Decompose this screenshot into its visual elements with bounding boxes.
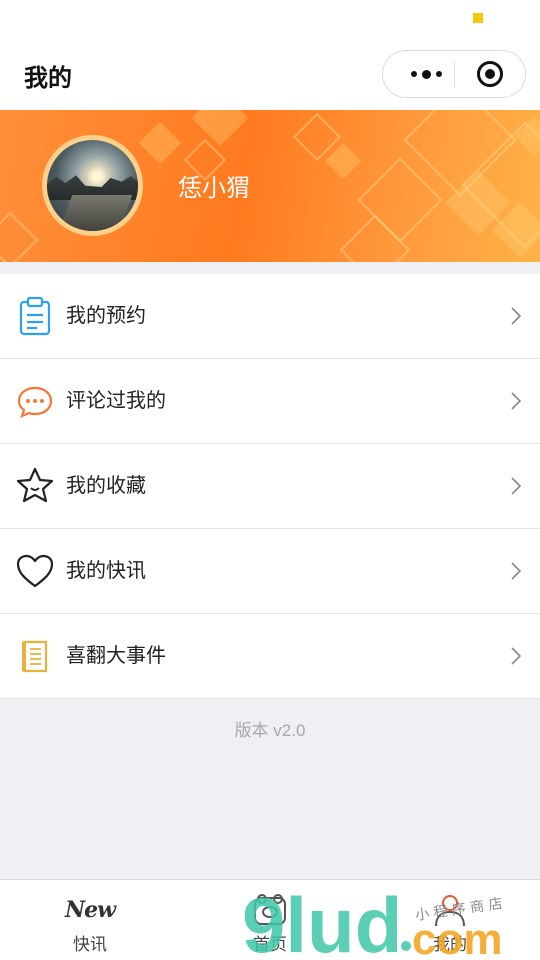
navigation-bar: 我的 (0, 38, 540, 110)
chevron-right-icon (511, 392, 522, 410)
status-bar (0, 0, 540, 38)
dot-icon (421, 69, 431, 79)
status-indicator (473, 13, 483, 23)
more-options-button[interactable] (401, 51, 451, 97)
dot-icon (435, 71, 442, 77)
capsule-divider (454, 61, 455, 87)
menu-item-comments[interactable]: 评论过我的 (0, 359, 540, 444)
menu-item-label: 我的快讯 (66, 560, 146, 582)
tab-label: 快讯 (73, 935, 107, 954)
menu-list: 我的预约 评论过我的 我的收藏 我的快讯 喜翻大事件 (0, 274, 540, 699)
comment-icon (17, 386, 53, 418)
close-mini-program-button[interactable] (477, 61, 503, 87)
star-icon (16, 467, 54, 503)
version-text: 版本 v2.0 (234, 721, 306, 740)
profile-icon (435, 895, 465, 927)
menu-item-big-events[interactable]: 喜翻大事件 (0, 614, 540, 699)
dot-icon (410, 71, 417, 77)
menu-item-label: 我的收藏 (66, 475, 146, 497)
menu-item-label: 我的预约 (66, 305, 146, 327)
mini-program-capsule (382, 50, 526, 98)
heart-icon (16, 554, 54, 588)
tab-profile[interactable]: 我的 (360, 880, 540, 960)
decor-diamond (191, 110, 249, 147)
tab-news[interactable]: New 快讯 (0, 880, 180, 960)
new-logo-text: New (64, 897, 116, 923)
menu-item-label: 喜翻大事件 (66, 645, 166, 667)
notebook-icon (22, 640, 48, 673)
tab-label: 首页 (253, 935, 287, 954)
chevron-right-icon (511, 307, 522, 325)
decor-diamond (138, 121, 182, 165)
chevron-right-icon (511, 562, 522, 580)
tab-bar: New 快讯 首页 我的 (0, 879, 540, 960)
avatar[interactable] (47, 140, 138, 231)
avatar-photo-road (57, 195, 133, 231)
chevron-right-icon (511, 647, 522, 665)
decor-diamond (324, 142, 362, 180)
tab-label: 我的 (433, 935, 467, 954)
home-icon (254, 894, 286, 925)
decor-diamond (0, 211, 39, 262)
page-title: 我的 (24, 65, 72, 92)
tab-home[interactable]: 首页 (180, 880, 360, 960)
menu-item-my-news[interactable]: 我的快讯 (0, 529, 540, 614)
menu-item-appointments[interactable]: 我的预约 (0, 274, 540, 359)
chevron-right-icon (511, 477, 522, 495)
new-logo-icon: New (64, 892, 116, 928)
username: 恁小猬 (178, 175, 250, 202)
menu-item-favorites[interactable]: 我的收藏 (0, 444, 540, 529)
menu-item-label: 评论过我的 (66, 390, 166, 412)
clipboard-icon (19, 296, 51, 336)
profile-banner: 恁小猬 (0, 110, 540, 262)
